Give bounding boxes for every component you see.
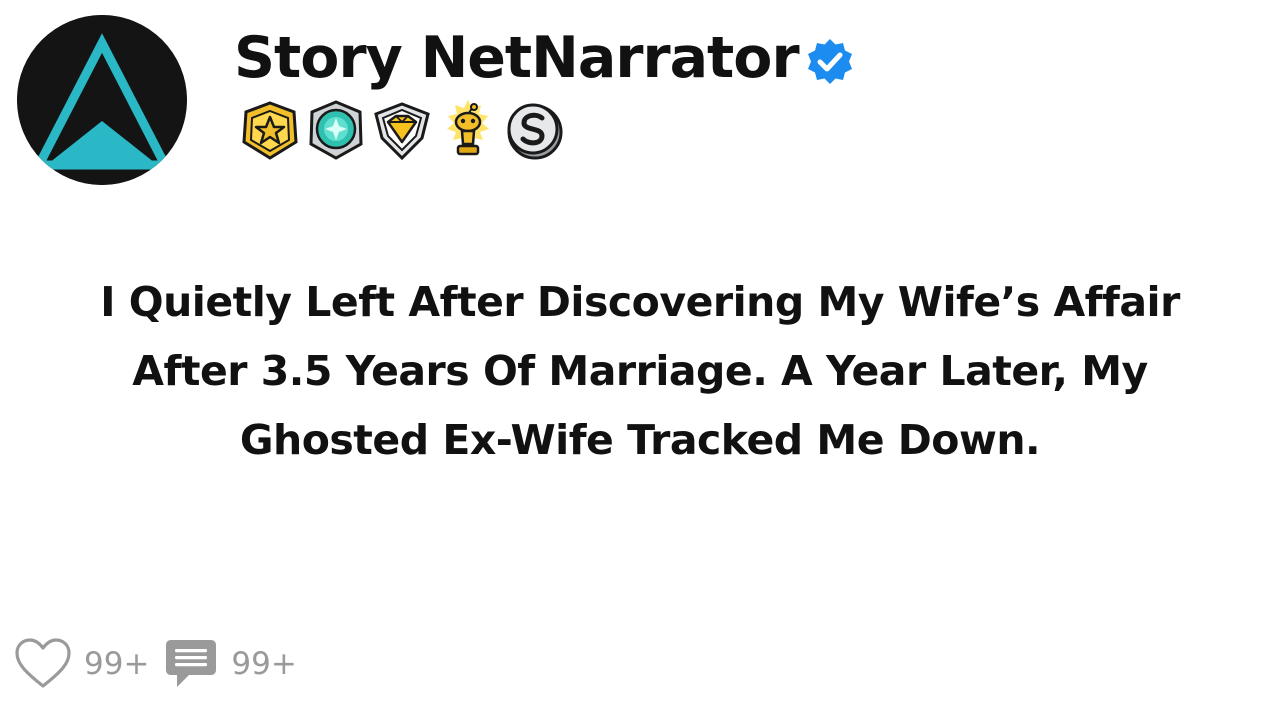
post-card: Story NetNarrator I Quietly Left After D…: [0, 0, 1280, 720]
gold-diamond-shield-badge-icon: [374, 102, 430, 161]
comment-count: 99+: [231, 645, 297, 682]
like-count: 99+: [84, 645, 150, 682]
teal-gem-medal-icon: [309, 100, 363, 160]
gold-star-medal-icon: [242, 101, 298, 160]
cyan-triangle-logo-icon: [17, 15, 187, 185]
author-name[interactable]: Story NetNarrator: [234, 29, 800, 87]
golden-snoo-trophy-icon: [447, 100, 489, 156]
post-title: I Quietly Left After Discovering My Wife…: [100, 278, 1180, 464]
heart-icon[interactable]: [14, 637, 72, 691]
verified-badge-icon: [807, 39, 852, 84]
author-name-row: Story NetNarrator: [234, 22, 857, 94]
author-avatar[interactable]: [17, 15, 187, 185]
author-badges: [238, 98, 566, 162]
comment-icon[interactable]: [163, 636, 219, 692]
silver-s-coin-icon: [507, 103, 563, 160]
post-actions: 99+ 99+: [14, 632, 311, 696]
